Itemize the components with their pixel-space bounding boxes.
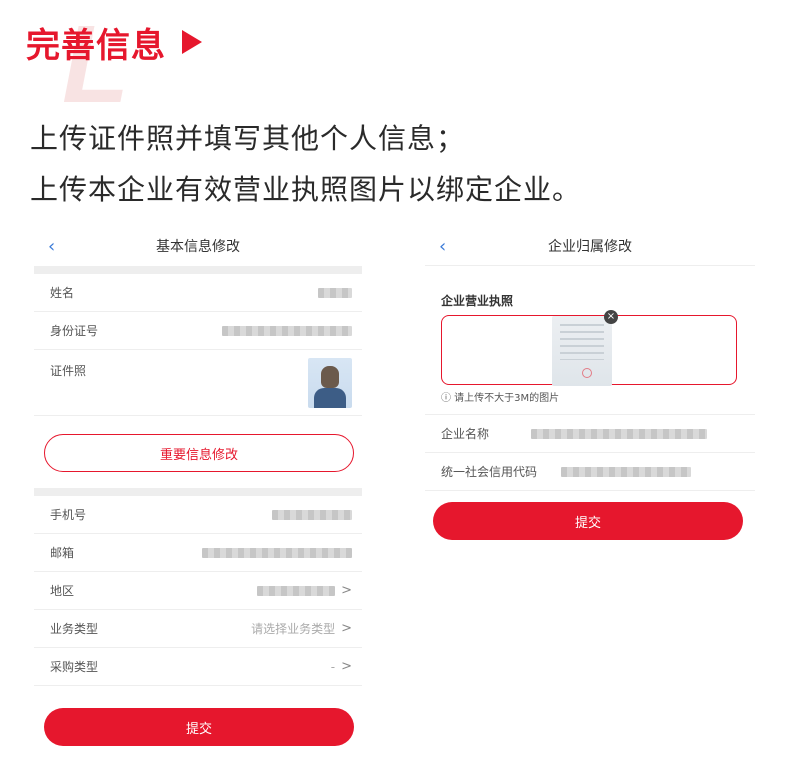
business-license-title: 企业营业执照 [441, 294, 514, 308]
submit-button[interactable]: 提交 [44, 708, 354, 746]
email-row[interactable]: 邮箱 [34, 534, 362, 572]
chevron-right-icon: > [341, 583, 352, 598]
purchase-type-value: - [330, 659, 336, 674]
phone-value-blurred [272, 509, 352, 520]
company-name-value-blurred [531, 428, 707, 439]
region-label: 地区 [50, 584, 75, 598]
chevron-right-icon: > [341, 621, 352, 636]
credit-code-label: 统一社会信用代码 [441, 465, 538, 479]
email-label: 邮箱 [50, 546, 75, 560]
business-type-row[interactable]: 业务类型 请选择业务类型 > [34, 610, 362, 648]
subtitle-line-2: 上传本企业有效营业执照图片以绑定企业。 [30, 173, 582, 206]
basic-info-screen: ‹ 基本信息修改 姓名 身份证号 证件照 重要信息修改 手机号 邮箱 地区 > [34, 226, 362, 761]
license-upload-area[interactable]: × [441, 310, 737, 386]
name-label: 姓名 [50, 286, 75, 300]
submit-button[interactable]: 提交 [433, 502, 743, 540]
company-name-row[interactable]: 企业名称 [425, 415, 755, 453]
subtitle-line-1: 上传证件照并填写其他个人信息； [30, 122, 466, 155]
enterprise-binding-screen: ‹ 企业归属修改 企业营业执照 × ⓘ 请上传不大于3M的图片 企业名称 统一社… [425, 226, 755, 556]
credit-code-value-blurred [561, 466, 691, 477]
id-number-row[interactable]: 身份证号 [34, 312, 362, 350]
nav-title: 基本信息修改 [156, 239, 240, 255]
section-gap [34, 488, 362, 496]
purchase-type-label: 采购类型 [50, 660, 99, 674]
play-arrow-icon [182, 30, 202, 54]
id-number-value-blurred [222, 325, 352, 336]
upload-hint: ⓘ 请上传不大于3M的图片 [425, 385, 755, 415]
close-icon[interactable]: × [604, 310, 618, 324]
phone-label: 手机号 [50, 508, 87, 522]
name-value-blurred [318, 287, 352, 298]
name-row[interactable]: 姓名 [34, 274, 362, 312]
id-number-label: 身份证号 [50, 324, 99, 338]
credit-code-row[interactable]: 统一社会信用代码 [425, 453, 755, 491]
region-row[interactable]: 地区 > [34, 572, 362, 610]
id-photo-row[interactable]: 证件照 [34, 350, 362, 416]
id-photo-thumbnail[interactable] [308, 358, 352, 408]
id-photo-label: 证件照 [50, 364, 87, 378]
company-name-label: 企业名称 [441, 427, 490, 441]
business-license-image [552, 316, 612, 386]
purchase-type-row[interactable]: 采购类型 - > [34, 648, 362, 686]
important-info-edit-button[interactable]: 重要信息修改 [44, 434, 354, 472]
nav-bar: ‹ 企业归属修改 [425, 226, 755, 266]
page-title-text: 完善信息 [26, 25, 166, 66]
chevron-right-icon: > [341, 659, 352, 674]
nav-bar: ‹ 基本信息修改 [34, 226, 362, 266]
section-gap [34, 266, 362, 274]
business-type-placeholder: 请选择业务类型 [251, 622, 336, 636]
email-value-blurred [202, 547, 352, 558]
nav-title: 企业归属修改 [548, 239, 632, 255]
business-type-label: 业务类型 [50, 622, 99, 636]
region-value-blurred [257, 585, 336, 596]
phone-row[interactable]: 手机号 [34, 496, 362, 534]
page-title: 完善信息 [26, 20, 202, 66]
